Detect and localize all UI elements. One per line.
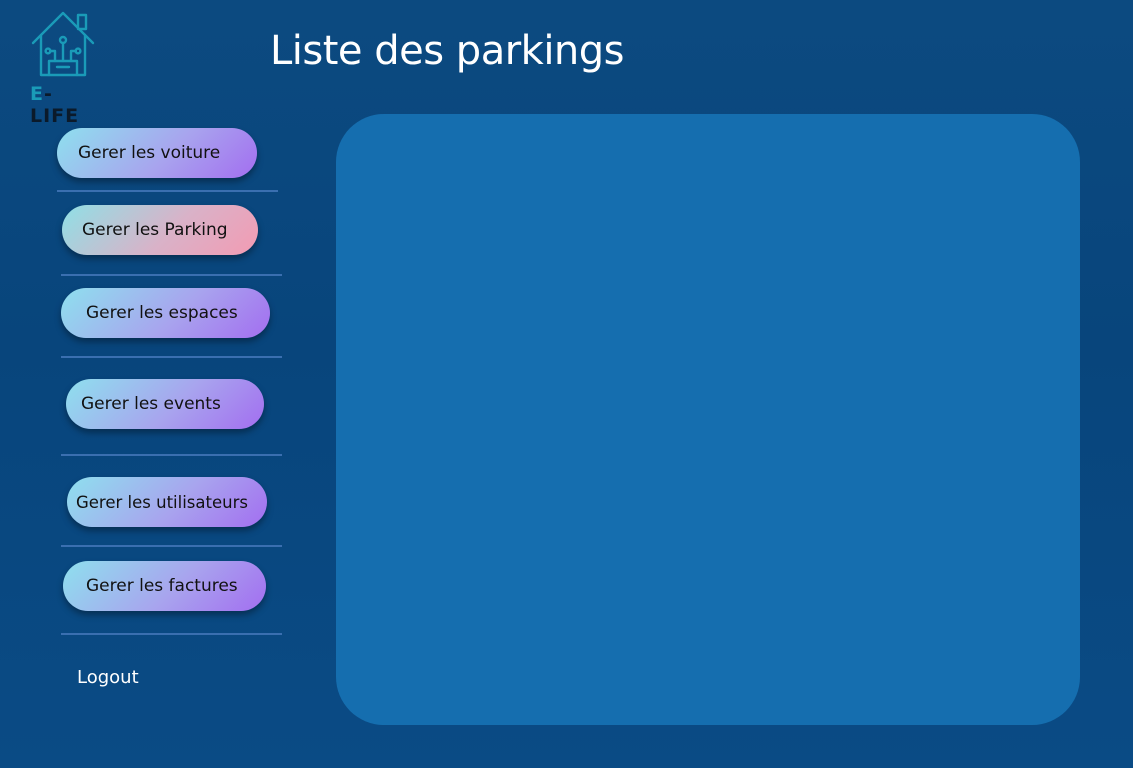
sidebar-item-utilisateurs[interactable]: Gerer les utilisateurs — [67, 477, 267, 527]
smart-house-icon — [31, 11, 95, 77]
sidebar-item-events[interactable]: Gerer les events — [66, 379, 264, 429]
logout-link[interactable]: Logout — [77, 667, 139, 688]
app-logo: E-LIFE — [29, 9, 99, 127]
sidebar-divider — [57, 190, 278, 192]
sidebar-divider — [61, 633, 282, 635]
logo-text: E-LIFE — [30, 83, 99, 127]
sidebar-divider — [61, 454, 282, 456]
sidebar-divider — [61, 545, 282, 547]
sidebar-item-parking[interactable]: Gerer les Parking — [62, 205, 258, 255]
sidebar-item-espaces[interactable]: Gerer les espaces — [61, 288, 270, 338]
sidebar-divider — [61, 356, 282, 358]
parking-list-panel — [336, 114, 1080, 725]
logo-text-prefix: E — [30, 83, 44, 105]
page-title: Liste des parkings — [270, 28, 625, 74]
sidebar-item-voiture[interactable]: Gerer les voiture — [57, 128, 257, 178]
sidebar-divider — [61, 274, 282, 276]
sidebar-item-factures[interactable]: Gerer les factures — [63, 561, 266, 611]
